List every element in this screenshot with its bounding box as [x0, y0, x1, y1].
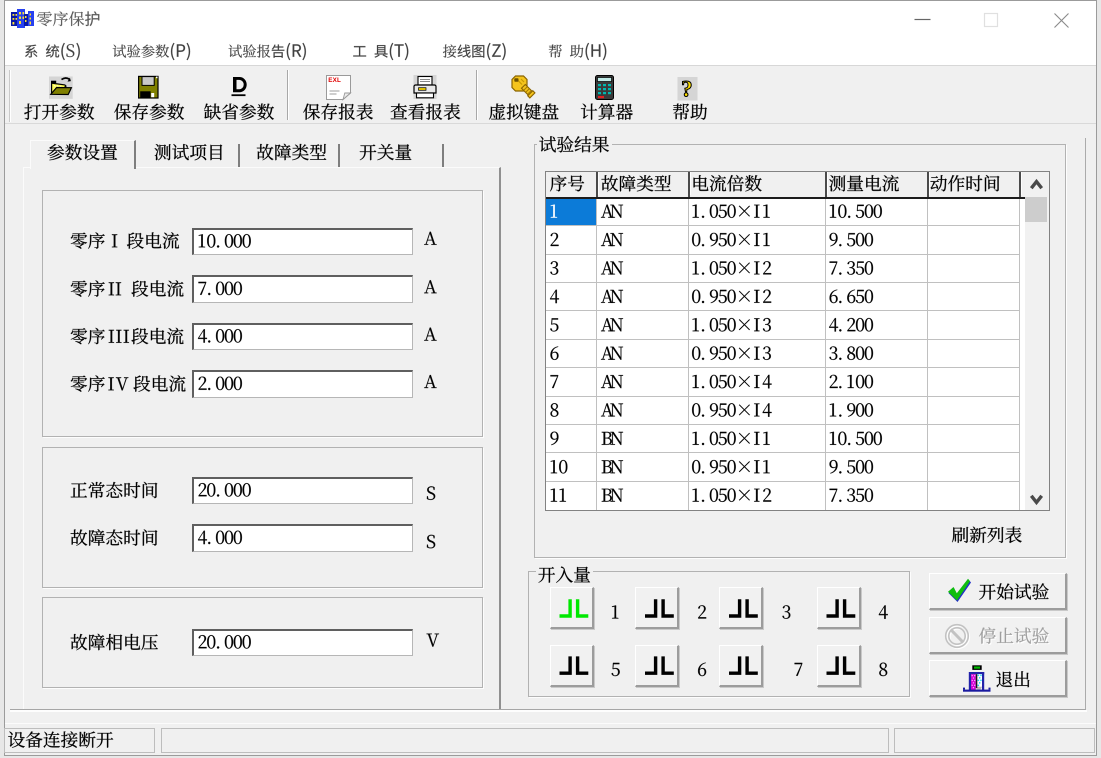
svg-text:EXL: EXL [328, 77, 341, 84]
svg-text:?: ? [681, 77, 693, 102]
